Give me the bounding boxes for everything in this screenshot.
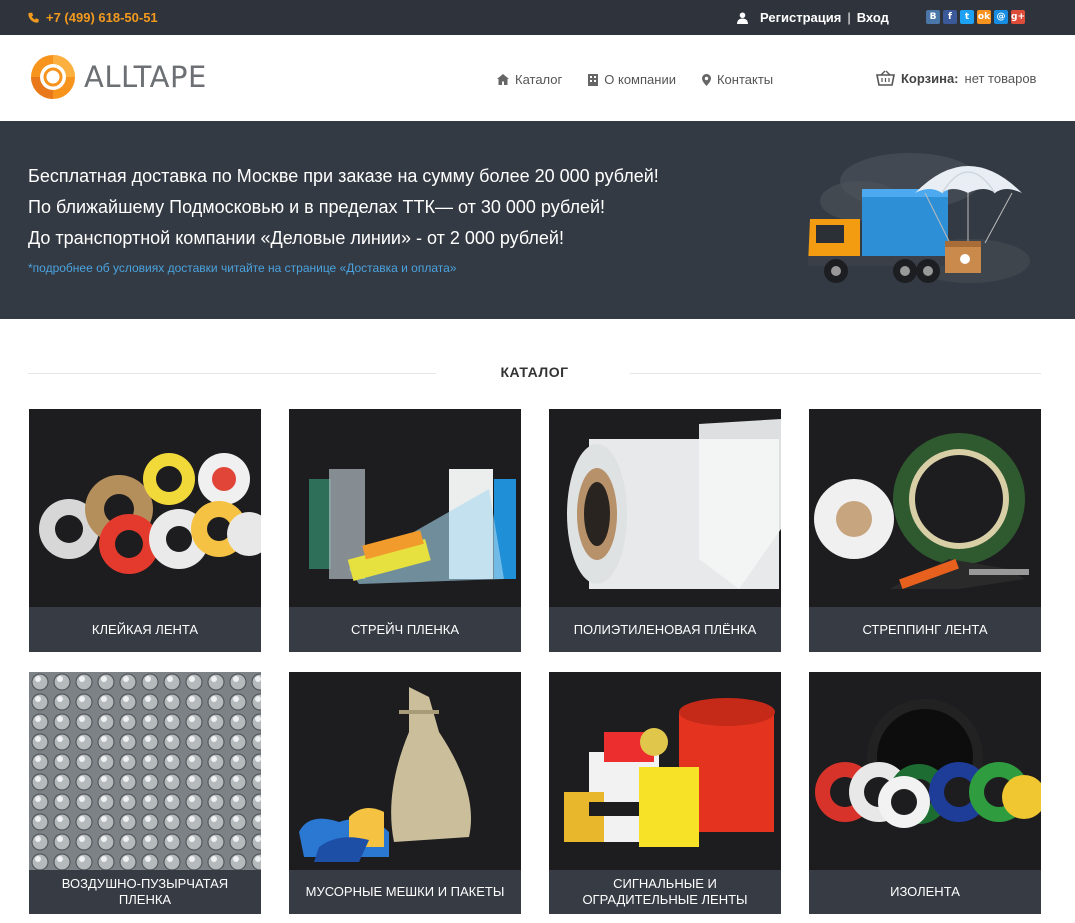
catalog-card-polyethylene-film[interactable]: ПОЛИЭТИЛЕНОВАЯ ПЛЁНКА [549, 409, 781, 652]
vk-icon[interactable]: B [926, 10, 940, 24]
stretch-film-image [289, 409, 521, 607]
site-header: ALLTAPE Каталог О компании Контакты Корз… [0, 35, 1075, 121]
catalog-card-bubble-wrap[interactable]: ВОЗДУШНО-ПУЗЫРЧАТАЯ ПЛЕНКА [29, 672, 261, 914]
catalog-card-garbage-bags[interactable]: МУСОРНЫЕ МЕШКИ И ПАКЕТЫ [289, 672, 521, 914]
garbage-bags-image [289, 672, 521, 870]
delivery-line-3: До транспортной компании «Деловые линии»… [28, 228, 564, 248]
delivery-truck-illustration [808, 153, 1030, 283]
card-caption: СИГНАЛЬНЫЕ И ОГРАДИТЕЛЬНЫЕ ЛЕНТЫ [549, 870, 781, 914]
delivery-line-2: По ближайшему Подмосковью и в пределах Т… [28, 197, 606, 217]
basket-icon [876, 70, 895, 86]
card-caption: ПОЛИЭТИЛЕНОВАЯ ПЛЁНКА [549, 607, 781, 652]
polyethylene-film-image [549, 409, 781, 607]
card-caption: ИЗОЛЕНТА [809, 870, 1041, 914]
card-caption: СТРЕЙЧ ПЛЕНКА [289, 607, 521, 652]
odnoklassniki-icon[interactable]: ok [977, 10, 991, 24]
strapping-tape-image [809, 409, 1041, 607]
catalog-card-strapping-tape[interactable]: СТРЕППИНГ ЛЕНТА [809, 409, 1041, 652]
twitter-icon[interactable]: t [960, 10, 974, 24]
main-nav: Каталог О компании Контакты [497, 72, 773, 87]
facebook-icon[interactable]: f [943, 10, 957, 24]
map-pin-icon [701, 73, 711, 86]
delivery-line-1: Бесплатная доставка по Москве при заказе… [28, 166, 659, 186]
delivery-terms-link[interactable]: *подробнее об условиях доставки читайте … [28, 261, 456, 275]
login-link[interactable]: Вход [857, 10, 889, 25]
logo-tape-icon [31, 55, 75, 99]
delivery-text: Бесплатная доставка по Москве при заказе… [28, 161, 659, 254]
logo-text: ALLTAPE [84, 60, 207, 94]
site-logo[interactable]: ALLTAPE [28, 52, 207, 102]
bubble-wrap-image [29, 672, 261, 870]
nav-catalog-label: Каталог [515, 72, 563, 87]
catalog-card-signal-tapes[interactable]: СИГНАЛЬНЫЕ И ОГРАДИТЕЛЬНЫЕ ЛЕНТЫ [549, 672, 781, 914]
delivery-banner: Бесплатная доставка по Москве при заказе… [0, 121, 1075, 319]
signal-tapes-image [549, 672, 781, 870]
home-icon [497, 74, 509, 85]
card-caption: КЛЕЙКАЯ ЛЕНТА [29, 607, 261, 652]
phone-icon [28, 12, 39, 23]
catalog-title: КАТАЛОГ [500, 364, 569, 380]
building-icon [588, 73, 599, 86]
nav-contacts-label: Контакты [716, 72, 774, 87]
top-bar: +7 (499) 618-50-51 Регистрация | Вход Bf… [0, 0, 1075, 35]
google-plus-icon[interactable]: g+ [1011, 10, 1025, 24]
user-icon [737, 12, 748, 24]
card-caption: ВОЗДУШНО-ПУЗЫРЧАТАЯ ПЛЕНКА [29, 870, 261, 914]
phone-link[interactable]: +7 (499) 618-50-51 [28, 10, 158, 25]
cart-link[interactable]: Корзина: нет товаров [876, 70, 1036, 86]
social-links: Bf t ok @ g+ [926, 10, 1025, 24]
catalog-card-stretch-film[interactable]: СТРЕЙЧ ПЛЕНКА [289, 409, 521, 652]
adhesive-tape-image [29, 409, 261, 607]
catalog-card-insulating-tape[interactable]: ИЗОЛЕНТА [809, 672, 1041, 914]
phone-number: +7 (499) 618-50-51 [46, 10, 158, 25]
card-caption: СТРЕППИНГ ЛЕНТА [809, 607, 1041, 652]
insulating-tape-image [809, 672, 1041, 870]
register-link[interactable]: Регистрация [760, 10, 841, 25]
card-caption: МУСОРНЫЕ МЕШКИ И ПАКЕТЫ [289, 870, 521, 914]
nav-about[interactable]: О компании [588, 72, 676, 87]
auth-links: Регистрация | Вход [737, 10, 889, 25]
nav-catalog[interactable]: Каталог [497, 72, 562, 87]
cart-label: Корзина: [901, 70, 959, 86]
nav-contacts[interactable]: Контакты [701, 72, 774, 87]
cart-value: нет товаров [964, 70, 1037, 86]
catalog-card-adhesive-tape[interactable]: КЛЕЙКАЯ ЛЕНТА [29, 409, 261, 652]
mail-icon[interactable]: @ [994, 10, 1008, 24]
auth-separator: | [847, 10, 851, 25]
catalog-section-title: КАТАЛОГ [28, 362, 1041, 384]
nav-about-label: О компании [604, 72, 676, 87]
